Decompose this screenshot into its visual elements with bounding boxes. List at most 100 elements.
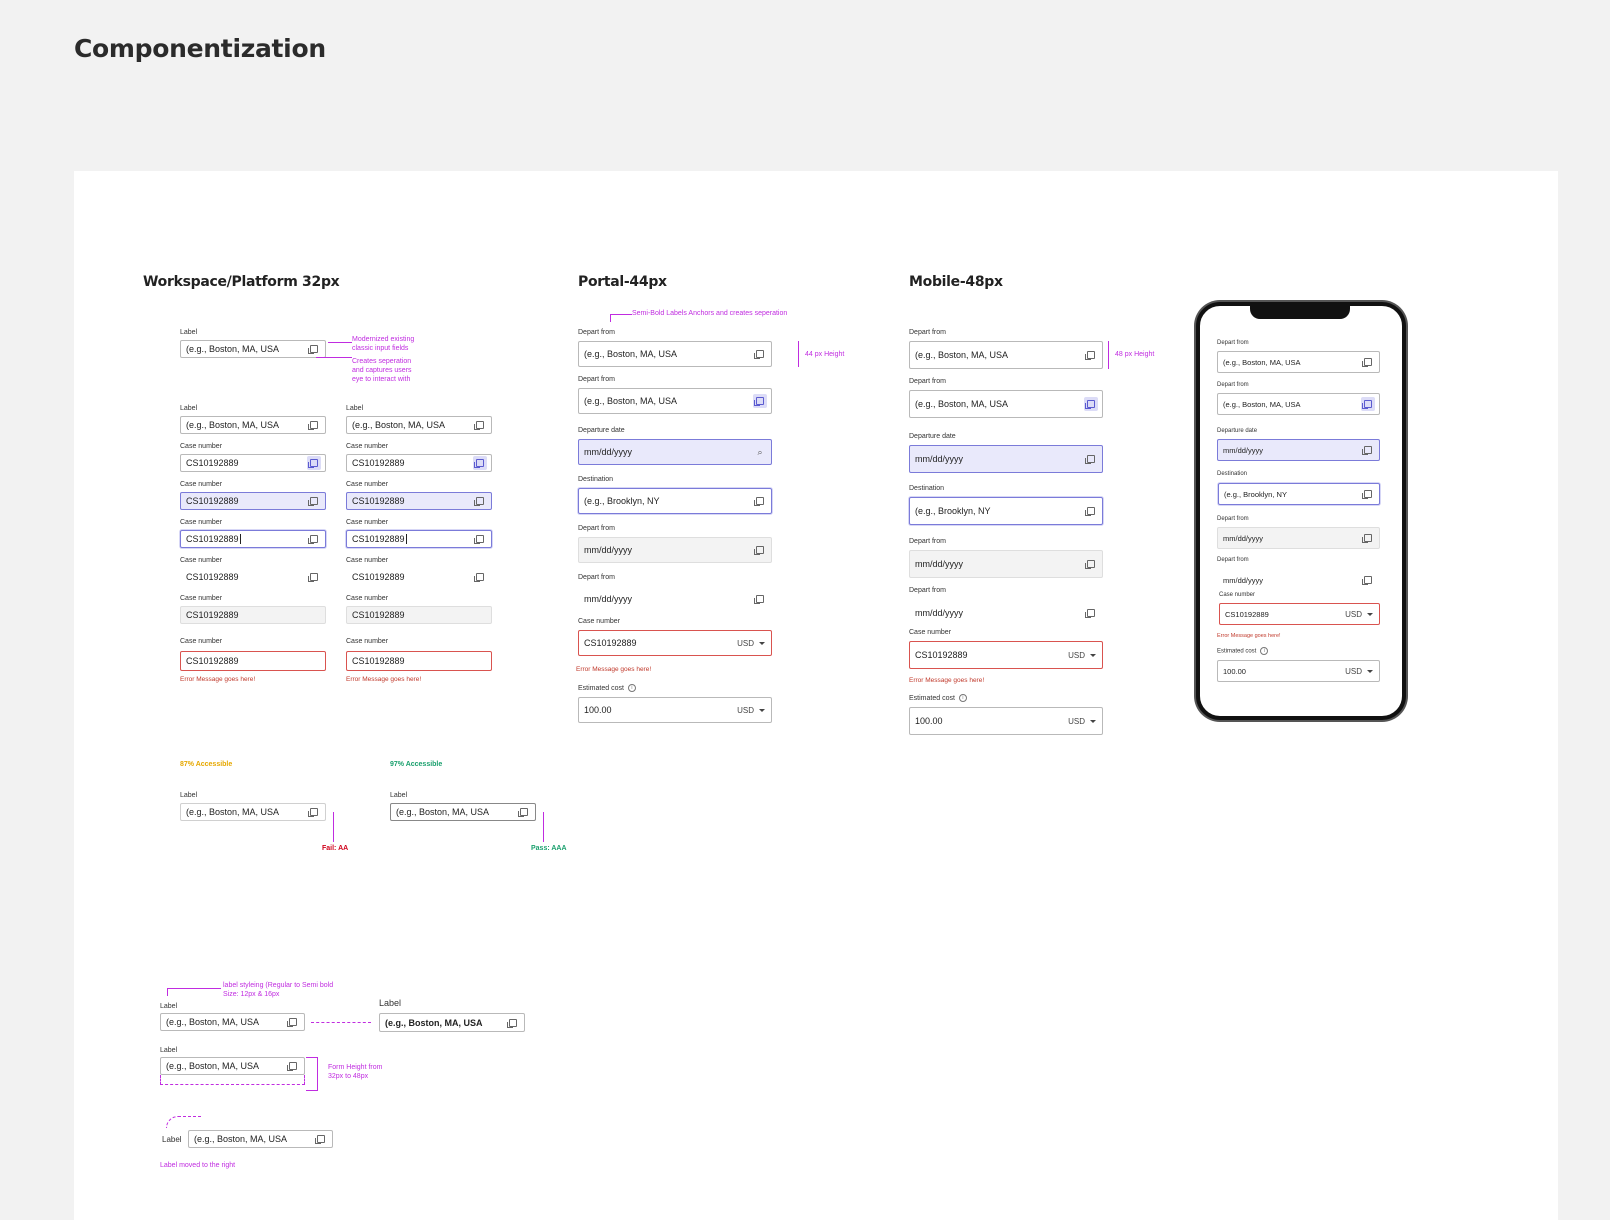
copy-icon[interactable]	[1361, 397, 1375, 411]
depart-from-input-hover[interactable]: (e.g., Boston, MA, USA	[578, 388, 772, 414]
depart-date-readonly[interactable]: mm/dd/yyyy	[909, 599, 1103, 627]
field-label: Depart from	[1217, 557, 1249, 563]
depart-date-readonly[interactable]: mm/dd/yyyy	[578, 586, 772, 612]
depart-from-input-hover[interactable]: (e.g., Boston, MA, USA	[909, 390, 1103, 418]
copy-icon[interactable]	[1361, 573, 1375, 587]
location-input[interactable]: (e.g., Boston, MA, USA	[346, 416, 492, 434]
case-input-readonly[interactable]: CS10192889	[346, 568, 492, 586]
depart-from-input[interactable]: (e.g., Boston, MA, USA	[909, 341, 1103, 369]
info-icon[interactable]: i	[1260, 647, 1269, 655]
estimated-cost-input[interactable]: 100.00 USD	[1217, 660, 1380, 682]
copy-icon[interactable]	[753, 347, 767, 361]
departure-date-input[interactable]: mm/dd/yyyy ⌕	[578, 439, 772, 465]
copy-icon[interactable]	[1361, 443, 1375, 457]
location-input[interactable]: (e.g., Boston, MA, USA	[180, 340, 326, 358]
case-input-disabled: CS10192889	[346, 606, 492, 624]
info-icon[interactable]: i	[958, 694, 967, 702]
case-input-error[interactable]: CS10192889	[180, 651, 326, 671]
copy-icon[interactable]	[473, 418, 487, 432]
copy-icon[interactable]	[286, 1015, 300, 1029]
search-icon[interactable]: ⌕	[753, 445, 767, 459]
copy-icon[interactable]	[307, 456, 321, 470]
location-input-low-contrast[interactable]: (e.g., Boston, MA, USA	[180, 803, 326, 821]
copy-icon[interactable]	[286, 1059, 300, 1073]
copy-icon[interactable]	[473, 456, 487, 470]
copy-icon[interactable]	[307, 418, 321, 432]
case-input-hover[interactable]: CS10192889	[346, 454, 492, 472]
destination-input[interactable]: (e.g., Brooklyn, NY	[578, 488, 772, 514]
case-input-readonly[interactable]: CS10192889	[180, 568, 326, 586]
copy-icon[interactable]	[473, 570, 487, 584]
location-input-bold[interactable]: (e.g., Boston, MA, USA	[379, 1013, 525, 1032]
depart-date-readonly[interactable]: mm/dd/yyyy	[1217, 569, 1380, 591]
depart-from-input-hover[interactable]: (e.g., Boston, MA, USA	[1217, 393, 1380, 415]
copy-icon[interactable]	[753, 394, 767, 408]
case-input-focused[interactable]: CS10192889	[180, 530, 326, 548]
currency-select[interactable]: USD	[737, 639, 765, 648]
copy-icon[interactable]	[1361, 355, 1375, 369]
location-input[interactable]: (e.g., Boston, MA, USA	[160, 1057, 305, 1075]
currency-select[interactable]: USD	[1068, 717, 1096, 726]
copy-icon[interactable]	[1084, 348, 1098, 362]
case-input-error[interactable]: CS10192889 USD	[578, 630, 772, 656]
copy-icon[interactable]	[473, 532, 487, 546]
copy-icon[interactable]	[314, 1132, 328, 1146]
height-extension-outline	[160, 1075, 305, 1085]
depart-from-input[interactable]: (e.g., Boston, MA, USA	[1217, 351, 1380, 373]
field-label: Case number	[180, 638, 223, 645]
copy-icon[interactable]	[506, 1016, 520, 1030]
location-input[interactable]: (e.g., Boston, MA, USA	[160, 1013, 305, 1031]
field-label: Depart from	[909, 378, 946, 385]
copy-icon[interactable]	[753, 592, 767, 606]
case-input-focused[interactable]: CS10192889	[346, 530, 492, 548]
caret-down-icon	[1367, 669, 1373, 673]
note-44-height: 44 px Height	[805, 351, 845, 358]
case-input-error[interactable]: CS10192889 USD	[909, 641, 1103, 669]
location-input-inline-label[interactable]: (e.g., Boston, MA, USA	[188, 1130, 333, 1148]
copy-icon[interactable]	[307, 805, 321, 819]
note-48-height: 48 px Height	[1115, 351, 1155, 358]
destination-input[interactable]: (e.g., Brooklyn, NY	[1218, 483, 1380, 505]
copy-icon[interactable]	[473, 494, 487, 508]
case-input-error[interactable]: CS10192889	[346, 651, 492, 671]
case-input-error[interactable]: CS10192889 USD	[1219, 603, 1380, 625]
copy-icon[interactable]	[1084, 504, 1098, 518]
destination-input[interactable]: (e.g., Brooklyn, NY	[909, 497, 1103, 525]
info-icon[interactable]: i	[627, 684, 636, 692]
copy-icon[interactable]	[1084, 452, 1098, 466]
curved-arrow	[166, 1116, 202, 1128]
departure-date-input[interactable]: mm/dd/yyyy	[1217, 439, 1380, 461]
height-bracket	[306, 1057, 318, 1091]
error-message: Error Message goes here!	[180, 676, 256, 683]
departure-date-input[interactable]: mm/dd/yyyy	[909, 445, 1103, 473]
location-input-high-contrast[interactable]: (e.g., Boston, MA, USA	[390, 803, 536, 821]
copy-icon[interactable]	[1084, 397, 1098, 411]
field-label: Case number	[578, 618, 621, 625]
copy-icon	[1084, 557, 1098, 571]
field-label: Depart from	[1217, 382, 1249, 388]
field-label: Label	[346, 405, 364, 412]
copy-icon[interactable]	[307, 494, 321, 508]
currency-select[interactable]: USD	[737, 706, 765, 715]
case-input-selected[interactable]: CS10192889	[346, 492, 492, 510]
copy-icon[interactable]	[1084, 606, 1098, 620]
copy-icon[interactable]	[307, 342, 321, 356]
case-input-selected[interactable]: CS10192889	[180, 492, 326, 510]
location-input[interactable]: (e.g., Boston, MA, USA	[180, 416, 326, 434]
note-label-styling: label styleing (Regular to Semi bold Siz…	[223, 982, 334, 998]
copy-icon[interactable]	[307, 570, 321, 584]
estimated-cost-input[interactable]: 100.00 USD	[578, 697, 772, 723]
field-label: Depart from	[1217, 516, 1249, 522]
currency-select[interactable]: USD	[1345, 610, 1373, 619]
copy-icon[interactable]	[753, 494, 767, 508]
case-input-hover[interactable]: CS10192889	[180, 454, 326, 472]
copy-icon[interactable]	[307, 532, 321, 546]
copy-icon[interactable]	[517, 805, 531, 819]
accessibility-87: 87% Accessible	[180, 761, 233, 768]
estimated-cost-input[interactable]: 100.00 USD	[909, 707, 1103, 735]
depart-from-input[interactable]: (e.g., Boston, MA, USA	[578, 341, 772, 367]
currency-select[interactable]: USD	[1345, 667, 1373, 676]
currency-select[interactable]: USD	[1068, 651, 1096, 660]
copy-icon[interactable]	[1361, 487, 1375, 501]
field-label: Depart from	[909, 329, 946, 336]
